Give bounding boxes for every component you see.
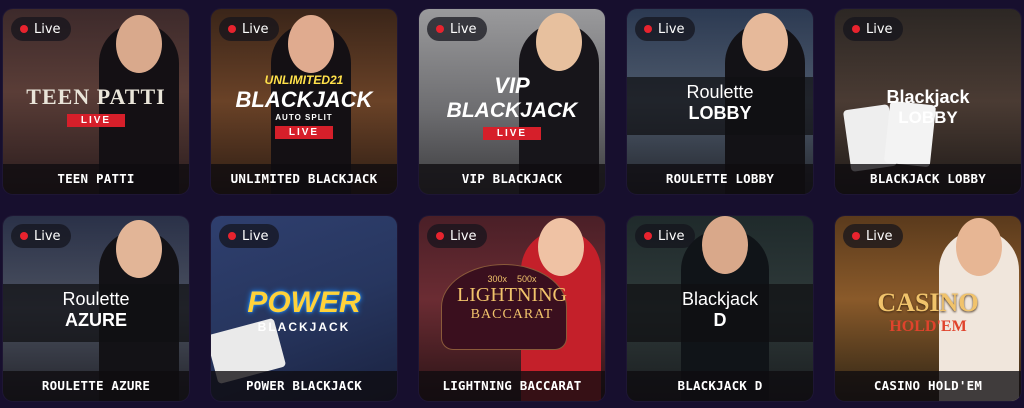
live-dot-icon [20, 232, 28, 240]
logo-line-2: LOBBY [898, 108, 958, 127]
game-logo: VIP BLACKJACK LIVE [419, 73, 605, 141]
logo-title: TEEN PATTI [26, 84, 166, 109]
game-logo: Blackjack D [627, 289, 813, 331]
logo-line-1: CASINO [877, 288, 979, 317]
game-tile-teen-patti[interactable]: TEEN PATTI LIVE Live TEEN PATTI [3, 9, 189, 194]
dealer-head [742, 13, 788, 71]
game-logo: Roulette AZURE [3, 289, 189, 331]
live-dot-icon [436, 232, 444, 240]
logo-line-1: Roulette [686, 82, 754, 102]
logo-line-2: D [713, 310, 727, 330]
logo-line-1: VIP [494, 73, 530, 98]
live-badge: Live [219, 17, 279, 41]
live-badge-label: Live [866, 21, 893, 37]
logo-line-2: BACCARAT [470, 307, 554, 322]
live-badge: Live [635, 17, 695, 41]
live-badge-label: Live [242, 228, 269, 244]
dealer-head [956, 218, 1002, 276]
live-badge: Live [219, 224, 279, 248]
game-logo: Blackjack LOBBY [835, 87, 1021, 128]
logo-multipliers: 300x 500x [419, 274, 605, 284]
live-badge-label: Live [658, 21, 685, 37]
logo-line-2: BLACKJACK [235, 87, 373, 112]
game-tile-blackjack-d[interactable]: Blackjack D Live BLACKJACK D [627, 216, 813, 401]
game-title: TEEN PATTI [3, 164, 189, 194]
logo-line-2: BLACKJACK [446, 99, 578, 122]
game-title: VIP BLACKJACK [419, 164, 605, 194]
game-logo: Roulette LOBBY [627, 82, 813, 124]
dealer-head [288, 15, 334, 73]
live-dot-icon [436, 25, 444, 33]
game-logo: CASINO HOLD'EM [835, 288, 1021, 336]
logo-live-bar: LIVE [274, 126, 334, 139]
game-tile-unlimited-blackjack[interactable]: UNLIMITED21 BLACKJACK AUTO SPLIT LIVE Li… [211, 9, 397, 194]
live-games-grid: TEEN PATTI LIVE Live TEEN PATTI UNLIMITE… [0, 0, 1024, 408]
live-dot-icon [20, 25, 28, 33]
game-title: ROULETTE LOBBY [627, 164, 813, 194]
live-dot-icon [228, 25, 236, 33]
game-logo: 300x 500x LIGHTNING BACCARAT [419, 274, 605, 323]
live-dot-icon [228, 232, 236, 240]
game-title: LIGHTNING BACCARAT [419, 371, 605, 401]
live-badge-label: Live [866, 228, 893, 244]
live-badge-label: Live [658, 228, 685, 244]
live-badge: Live [635, 224, 695, 248]
live-dot-icon [852, 232, 860, 240]
game-logo: TEEN PATTI LIVE [3, 84, 189, 128]
logo-line-2: LOBBY [688, 103, 752, 123]
dealer-head [538, 218, 584, 276]
game-logo: UNLIMITED21 BLACKJACK AUTO SPLIT LIVE [211, 73, 397, 140]
logo-live-bar: LIVE [66, 114, 126, 127]
game-tile-blackjack-lobby[interactable]: Blackjack LOBBY Live BLACKJACK LOBBY [835, 9, 1021, 194]
live-badge-label: Live [34, 21, 61, 37]
logo-line-1: Blackjack [681, 289, 759, 309]
dealer-head [702, 216, 748, 274]
logo-line-1: POWER [247, 286, 361, 319]
live-badge: Live [11, 224, 71, 248]
logo-line-1: Blackjack [886, 87, 970, 107]
logo-line-1: UNLIMITED21 [264, 73, 344, 87]
dealer-head [116, 220, 162, 278]
game-logo: POWER BLACKJACK [211, 286, 397, 334]
game-title: CASINO HOLD'EM [835, 371, 1021, 401]
logo-line-2: HOLD'EM [889, 318, 967, 335]
live-dot-icon [644, 25, 652, 33]
multiplier-300x: 300x [487, 274, 507, 284]
dealer-head [116, 15, 162, 73]
live-badge-label: Live [242, 21, 269, 37]
game-tile-power-blackjack[interactable]: POWER BLACKJACK Live POWER BLACKJACK [211, 216, 397, 401]
live-badge-label: Live [450, 21, 477, 37]
game-tile-roulette-azure[interactable]: Roulette AZURE Live ROULETTE AZURE [3, 216, 189, 401]
live-badge: Live [843, 17, 903, 41]
live-badge-label: Live [34, 228, 61, 244]
game-title: UNLIMITED BLACKJACK [211, 164, 397, 194]
logo-line-1: Roulette [62, 289, 130, 309]
logo-live-bar: LIVE [482, 127, 542, 140]
game-tile-vip-blackjack[interactable]: VIP BLACKJACK LIVE Live VIP BLACKJACK [419, 9, 605, 194]
live-badge-label: Live [450, 228, 477, 244]
game-tile-roulette-lobby[interactable]: Roulette LOBBY Live ROULETTE LOBBY [627, 9, 813, 194]
live-badge: Live [11, 17, 71, 41]
logo-line-1: LIGHTNING [457, 284, 567, 306]
live-badge: Live [843, 224, 903, 248]
game-tile-lightning-baccarat[interactable]: 300x 500x LIGHTNING BACCARAT Live LIGHTN… [419, 216, 605, 401]
game-title: BLACKJACK D [627, 371, 813, 401]
live-dot-icon [644, 232, 652, 240]
live-badge: Live [427, 17, 487, 41]
multiplier-500x: 500x [517, 274, 537, 284]
game-title: BLACKJACK LOBBY [835, 164, 1021, 194]
game-tile-casino-holdem[interactable]: CASINO HOLD'EM Live CASINO HOLD'EM [835, 216, 1021, 401]
live-dot-icon [852, 25, 860, 33]
logo-line-3: AUTO SPLIT [275, 113, 333, 122]
dealer-head [536, 13, 582, 71]
logo-line-2: BLACKJACK [257, 320, 351, 334]
game-title: POWER BLACKJACK [211, 371, 397, 401]
logo-line-2: AZURE [65, 310, 127, 330]
live-badge: Live [427, 224, 487, 248]
game-title: ROULETTE AZURE [3, 371, 189, 401]
